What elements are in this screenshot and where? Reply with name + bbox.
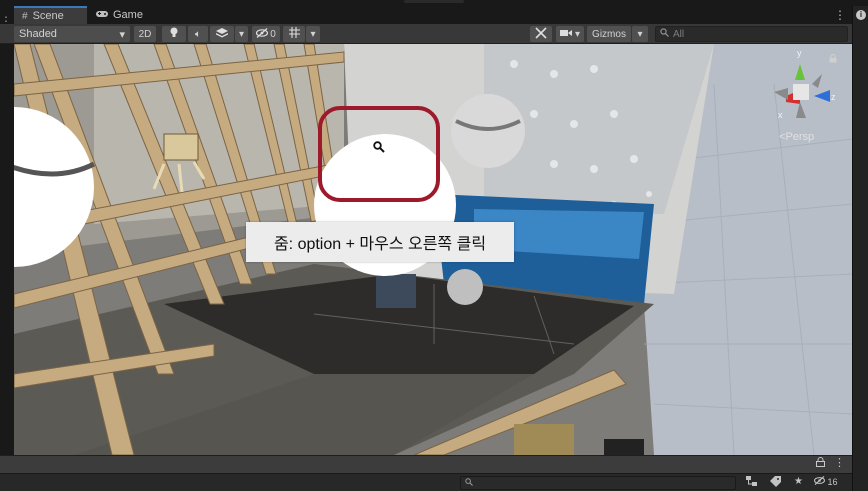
chevron-down-icon: ▾ <box>637 28 643 40</box>
scene-grid-icon: # <box>22 10 28 22</box>
tab-scene[interactable]: # Scene <box>14 6 87 24</box>
toggle-2d-button[interactable]: 2D <box>134 26 156 42</box>
chevron-down-icon: ▾ <box>574 28 581 40</box>
kebab-menu-icon[interactable]: ⋮ <box>832 6 848 24</box>
highlight-frame <box>318 106 440 202</box>
scene-toolbar: Shaded ▾ 2D 🔈︎ ▾ 0 ▾ ▾ Gizmos ▾ All <box>0 24 852 44</box>
axis-x-label[interactable]: x <box>778 110 783 120</box>
scene-viewport[interactable]: 줌: option + 마우스 오른쪽 클릭 y x z <Persp <box>14 44 852 455</box>
hidden-count: 0 <box>270 28 276 40</box>
tag-icon[interactable] <box>770 476 781 490</box>
info-icon[interactable]: i <box>856 10 866 20</box>
shading-mode-dropdown[interactable]: Shaded ▾ <box>14 26 130 42</box>
lighting-toggle-button[interactable] <box>162 26 186 42</box>
grid-icon <box>288 27 300 41</box>
search-icon <box>465 478 473 488</box>
project-search-input[interactable] <box>460 476 736 490</box>
axis-z-label[interactable]: z <box>831 92 836 102</box>
project-panel-header <box>0 455 852 473</box>
zoom-shortcut-tooltip: 줌: option + 마우스 오른쪽 클릭 <box>246 222 514 262</box>
tab-game[interactable]: Game <box>88 6 154 24</box>
eye-slash-icon <box>256 27 269 41</box>
tab-scene-label: Scene <box>32 10 64 22</box>
drag-handle[interactable] <box>404 0 464 3</box>
speaker-icon: 🔈︎ <box>195 28 201 40</box>
lock-icon[interactable] <box>816 457 825 470</box>
layers-icon <box>216 27 228 41</box>
chevron-down-icon: ▾ <box>310 28 316 40</box>
search-icon <box>660 28 669 40</box>
chevron-down-icon: ▾ <box>119 28 125 41</box>
tab-bar: ⋮ # Scene Game <box>0 6 852 28</box>
hidden-packages-counter[interactable]: 16 <box>814 476 838 487</box>
eye-slash-icon <box>814 476 828 487</box>
camera-projection-label[interactable]: <Persp <box>779 131 814 143</box>
camera-settings-button[interactable]: ▾ <box>556 26 584 42</box>
star-icon[interactable]: ★ <box>794 476 803 487</box>
camera-icon <box>559 29 572 40</box>
hidden-packages-count: 16 <box>827 477 838 487</box>
effects-toggle-button[interactable] <box>210 26 234 42</box>
projection-mode-text: Persp <box>785 131 815 143</box>
tab-game-label: Game <box>113 9 143 21</box>
scene-search-input[interactable]: All <box>655 26 848 42</box>
tools-button[interactable] <box>530 26 552 42</box>
grid-toggle-button[interactable] <box>283 26 305 42</box>
kebab-menu-icon[interactable]: ⋮ <box>834 456 845 469</box>
scene-search-placeholder: All <box>673 28 685 40</box>
audio-toggle-button[interactable]: 🔈︎ <box>188 26 208 42</box>
tools-icon <box>535 26 547 42</box>
gizmos-dropdown[interactable]: ▾ <box>632 26 648 42</box>
gamepad-icon <box>96 10 108 21</box>
scene-visibility-button[interactable]: 0 <box>252 26 280 42</box>
chevron-down-icon: ▾ <box>238 28 245 40</box>
effects-dropdown[interactable]: ▾ <box>235 26 248 42</box>
shading-mode-label: Shaded <box>19 28 57 40</box>
lightbulb-icon <box>170 27 178 41</box>
inspector-panel-edge: i <box>852 6 868 491</box>
grid-dropdown[interactable]: ▾ <box>306 26 320 42</box>
hierarchy-icon[interactable] <box>746 476 758 490</box>
gizmos-button[interactable]: Gizmos <box>587 26 631 42</box>
axis-y-label[interactable]: y <box>797 48 802 58</box>
